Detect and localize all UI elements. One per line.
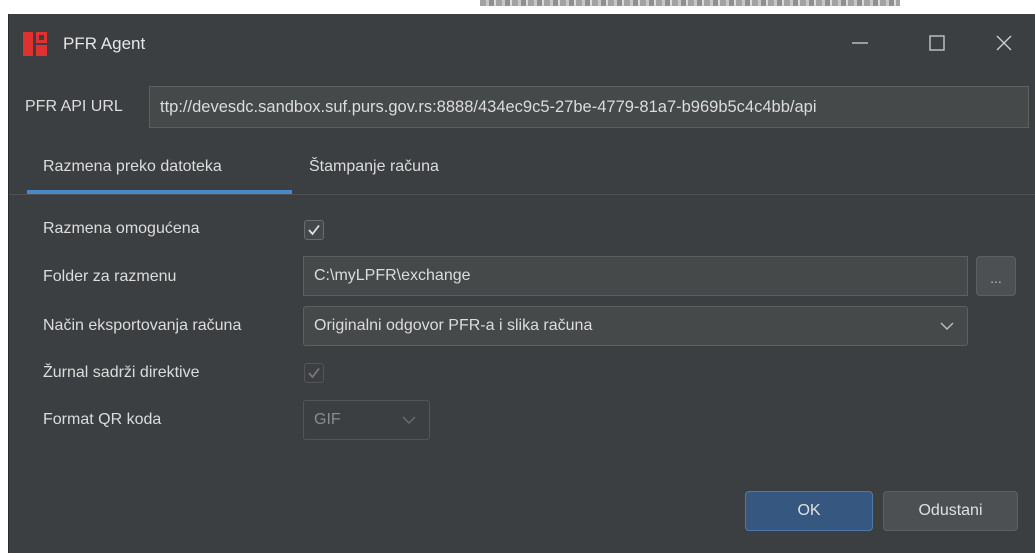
maximize-button[interactable] (902, 14, 972, 72)
maximize-icon (929, 35, 945, 51)
qr-format-select[interactable]: GIF (303, 400, 430, 440)
exchange-folder-label: Folder za razmenu (43, 268, 177, 285)
exchange-folder-input[interactable]: C:\myLPFR\exchange (303, 256, 968, 296)
cancel-button[interactable]: Odustani (883, 491, 1018, 531)
api-url-row: PFR API URL ttp://devesdc.sandbox.suf.pu… (9, 86, 1035, 130)
tab-bar: Razmena preko datoteka Štampanje računa (9, 144, 1035, 195)
api-url-field[interactable]: ttp://devesdc.sandbox.suf.purs.gov.rs:88… (149, 86, 1029, 128)
journal-directives-checkbox[interactable] (304, 363, 324, 383)
ok-button[interactable]: OK (745, 491, 873, 531)
chevron-down-icon (402, 416, 416, 424)
background-text-bleed (480, 0, 900, 6)
api-url-label: PFR API URL (25, 98, 123, 115)
minimize-button[interactable] (825, 14, 895, 72)
background-window-strip (0, 0, 1035, 14)
close-icon (996, 35, 1012, 51)
qr-format-label: Format QR koda (43, 411, 162, 428)
checkmark-icon (308, 367, 320, 379)
export-mode-select[interactable]: Originalni odgovor PFR-a i slika računa (303, 306, 968, 346)
tab-file-exchange[interactable]: Razmena preko datoteka (43, 158, 222, 176)
chevron-down-icon (940, 322, 954, 330)
close-button[interactable] (969, 14, 1035, 72)
export-mode-value: Originalni odgovor PFR-a i slika računa (314, 317, 593, 334)
exchange-enabled-checkbox[interactable] (304, 220, 324, 240)
minimize-icon (852, 42, 868, 44)
checkmark-icon (308, 224, 320, 236)
title-bar: PFR Agent (9, 14, 1035, 72)
pfr-agent-dialog: PFR Agent PFR API URL ttp://devesdc.sand… (8, 14, 1035, 553)
exchange-enabled-label: Razmena omogućena (43, 220, 200, 237)
journal-directives-label: Žurnal sadrži direktive (43, 364, 200, 381)
active-tab-indicator (27, 190, 292, 194)
qr-format-value: GIF (314, 411, 341, 428)
browse-folder-button[interactable]: ... (976, 256, 1016, 296)
window-title: PFR Agent (63, 34, 146, 53)
tab-receipt-printing[interactable]: Štampanje računa (309, 158, 439, 176)
app-logo-icon (23, 32, 47, 56)
export-mode-label: Način eksportovanja računa (43, 317, 242, 334)
